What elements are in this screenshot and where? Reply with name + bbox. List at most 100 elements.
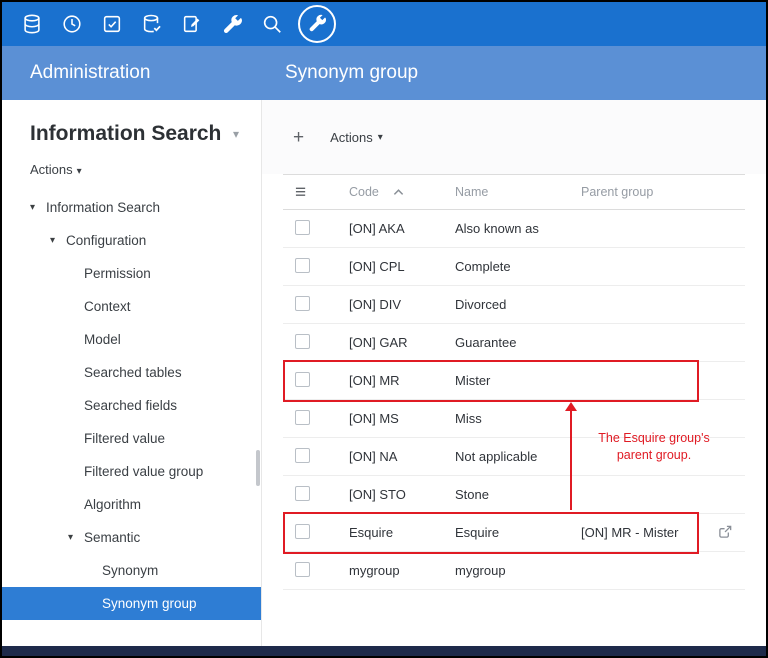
row-checkbox[interactable] bbox=[295, 524, 310, 539]
wrench-button[interactable] bbox=[212, 2, 252, 46]
row-checkbox[interactable] bbox=[295, 410, 310, 425]
cell-name: Miss bbox=[449, 411, 575, 426]
annotation-arrow-line bbox=[570, 410, 572, 510]
chevron-down-icon: ▾ bbox=[378, 132, 383, 143]
sidebar-actions-button[interactable]: Actions ▾ bbox=[2, 146, 261, 177]
cell-code: Esquire bbox=[343, 525, 449, 540]
row-checkbox[interactable] bbox=[295, 372, 310, 387]
active-module-button[interactable] bbox=[298, 5, 336, 43]
check-square-icon bbox=[101, 13, 123, 35]
app-window: Administration Synonym group Information… bbox=[0, 0, 768, 658]
sidebar-title: Information Search bbox=[30, 122, 221, 146]
cell-name: Not applicable bbox=[449, 449, 575, 464]
cell-code: mygroup bbox=[343, 563, 449, 578]
table-row[interactable]: mygroup mygroup bbox=[283, 552, 745, 590]
search-icon bbox=[261, 13, 283, 35]
row-checkbox[interactable] bbox=[295, 258, 310, 273]
chevron-down-icon: ▾ bbox=[77, 166, 82, 177]
search-button[interactable] bbox=[252, 2, 292, 46]
tree-item-searched-tables[interactable]: Searched tables bbox=[2, 356, 261, 389]
tree-item-information-search[interactable]: ▾Information Search bbox=[2, 191, 261, 224]
table-row-mr[interactable]: [ON] MR Mister bbox=[283, 362, 745, 400]
active-wrench-icon bbox=[307, 13, 327, 36]
navigation-tree: ▾Information Search ▾Configuration Permi… bbox=[2, 191, 261, 620]
tasks-button[interactable] bbox=[92, 2, 132, 46]
table-header: ≡ Code Name Parent group bbox=[283, 174, 745, 210]
header-band: Administration Synonym group bbox=[2, 46, 766, 100]
table-row-esquire[interactable]: Esquire Esquire [ON] MR - Mister bbox=[283, 514, 745, 552]
cell-name: Stone bbox=[449, 487, 575, 502]
tree-item-model[interactable]: Model bbox=[2, 323, 261, 356]
row-checkbox[interactable] bbox=[295, 448, 310, 463]
clock-button[interactable] bbox=[52, 2, 92, 46]
column-header-name[interactable]: Name bbox=[449, 185, 575, 199]
cell-code: [ON] AKA bbox=[343, 221, 449, 236]
column-header-parent-group[interactable]: Parent group bbox=[575, 185, 699, 199]
cell-name: Esquire bbox=[449, 525, 575, 540]
menu-icon[interactable]: ≡ bbox=[295, 183, 306, 202]
tree-item-filtered-value-group[interactable]: Filtered value group bbox=[2, 455, 261, 488]
sidebar: Information Search ▾ Actions ▾ ▾Informati… bbox=[2, 100, 262, 646]
annotation-text: The Esquire group's parent group. bbox=[579, 430, 729, 464]
sidebar-actions-label: Actions bbox=[30, 162, 73, 177]
table-row[interactable]: [ON] AKA Also known as bbox=[283, 210, 745, 248]
cell-code: [ON] MR bbox=[343, 373, 449, 388]
cell-name: Also known as bbox=[449, 221, 575, 236]
sidebar-scrollbar[interactable] bbox=[256, 450, 260, 486]
external-link-icon[interactable] bbox=[718, 524, 733, 542]
cell-parent-group: [ON] MR - Mister bbox=[575, 525, 699, 540]
caret-down-icon[interactable]: ▾ bbox=[50, 235, 66, 246]
database-check-button[interactable] bbox=[132, 2, 172, 46]
database-icon bbox=[21, 13, 43, 35]
cell-code: [ON] NA bbox=[343, 449, 449, 464]
row-checkbox[interactable] bbox=[295, 562, 310, 577]
table-row[interactable]: [ON] GAR Guarantee bbox=[283, 324, 745, 362]
page-title: Synonym group bbox=[262, 62, 418, 84]
main-panel: + Actions▾ ≡ Code Name Parent grou bbox=[262, 100, 766, 646]
actions-button[interactable]: Actions▾ bbox=[330, 130, 383, 145]
tree-item-searched-fields[interactable]: Searched fields bbox=[2, 389, 261, 422]
cell-code: [ON] STO bbox=[343, 487, 449, 502]
tree-item-synonym-group[interactable]: Synonym group bbox=[2, 587, 261, 620]
cell-code: [ON] GAR bbox=[343, 335, 449, 350]
tree-item-permission[interactable]: Permission bbox=[2, 257, 261, 290]
main-toolbar: + Actions▾ bbox=[262, 100, 766, 174]
table-row[interactable]: [ON] DIV Divorced bbox=[283, 286, 745, 324]
sort-asc-icon[interactable] bbox=[393, 185, 404, 199]
row-checkbox[interactable] bbox=[295, 486, 310, 501]
database-check-icon bbox=[141, 13, 163, 35]
edit-document-button[interactable] bbox=[172, 2, 212, 46]
module-title: Administration bbox=[2, 62, 262, 84]
cell-name: Divorced bbox=[449, 297, 575, 312]
tree-item-context[interactable]: Context bbox=[2, 290, 261, 323]
cell-name: mygroup bbox=[449, 563, 575, 578]
clock-icon bbox=[61, 13, 83, 35]
tree-item-configuration[interactable]: ▾Configuration bbox=[2, 224, 261, 257]
bottom-bar bbox=[2, 646, 766, 656]
top-toolbar bbox=[2, 2, 766, 46]
table-row[interactable]: [ON] STO Stone bbox=[283, 476, 745, 514]
wrench-icon bbox=[221, 13, 243, 35]
cell-code: [ON] CPL bbox=[343, 259, 449, 274]
tree-item-synonym[interactable]: Synonym bbox=[2, 554, 261, 587]
caret-down-icon[interactable]: ▾ bbox=[30, 202, 46, 213]
tree-item-semantic[interactable]: ▾Semantic bbox=[2, 521, 261, 554]
row-checkbox[interactable] bbox=[295, 220, 310, 235]
caret-down-icon[interactable]: ▾ bbox=[68, 532, 84, 543]
add-button[interactable]: + bbox=[293, 128, 304, 147]
tree-item-algorithm[interactable]: Algorithm bbox=[2, 488, 261, 521]
cell-name: Guarantee bbox=[449, 335, 575, 350]
row-checkbox[interactable] bbox=[295, 296, 310, 311]
cell-name: Complete bbox=[449, 259, 575, 274]
cell-code: [ON] MS bbox=[343, 411, 449, 426]
column-header-code[interactable]: Code bbox=[349, 185, 379, 199]
cell-code: [ON] DIV bbox=[343, 297, 449, 312]
database-button[interactable] bbox=[12, 2, 52, 46]
cell-name: Mister bbox=[449, 373, 575, 388]
tree-item-filtered-value[interactable]: Filtered value bbox=[2, 422, 261, 455]
row-checkbox[interactable] bbox=[295, 334, 310, 349]
edit-document-icon bbox=[181, 13, 203, 35]
synonym-group-table: ≡ Code Name Parent group [ON] AKA A bbox=[283, 174, 745, 590]
table-row[interactable]: [ON] CPL Complete bbox=[283, 248, 745, 286]
sidebar-title-caret-icon[interactable]: ▾ bbox=[233, 127, 239, 141]
